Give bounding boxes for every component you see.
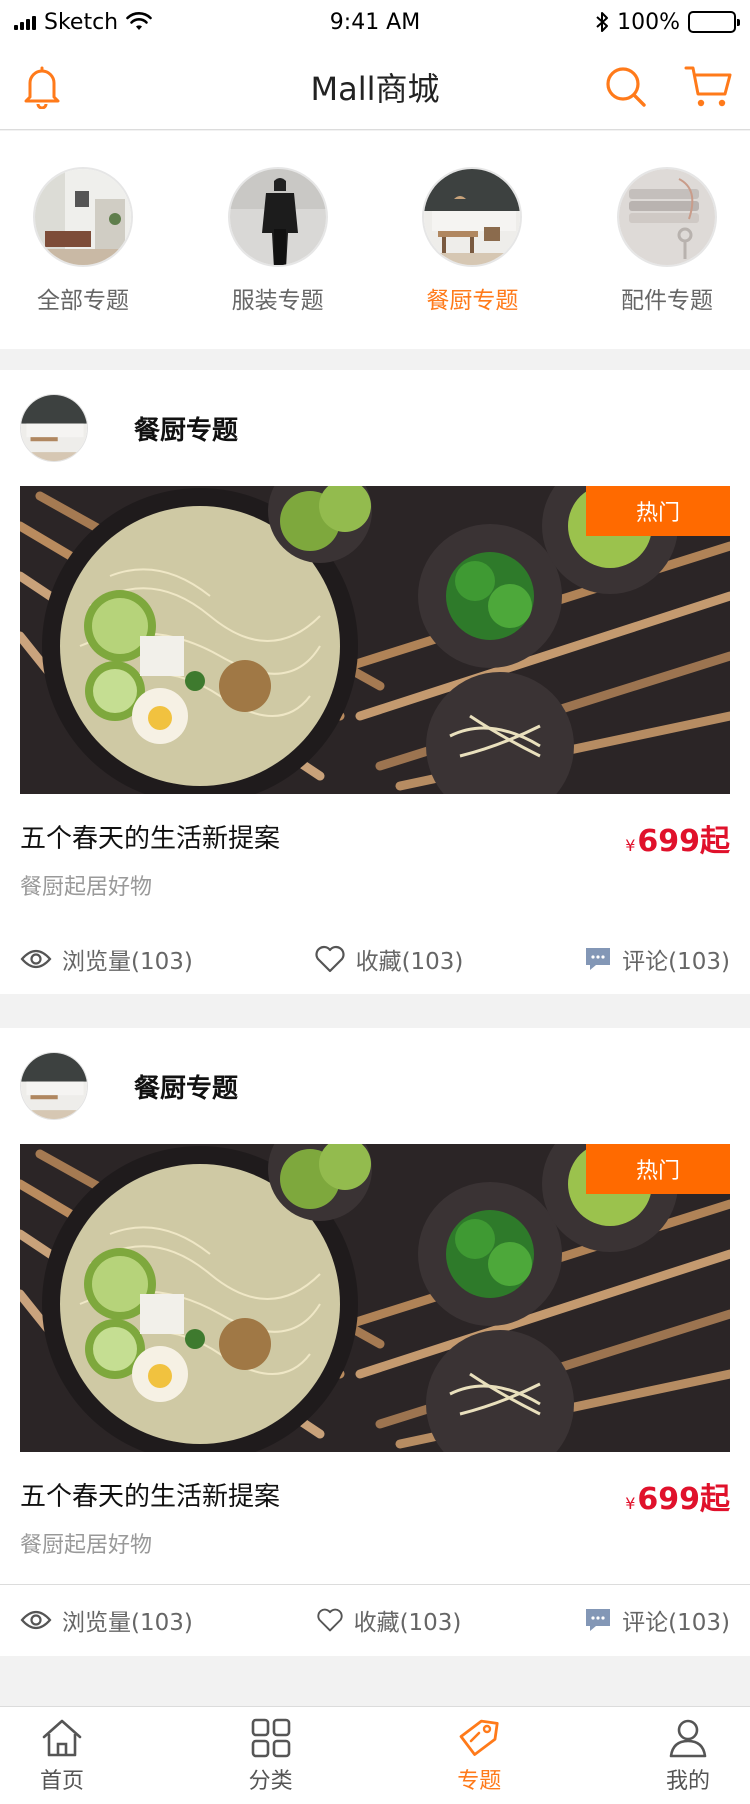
price-value: 699起 [637,1482,730,1517]
topic-categories: 全部专题 服装专题 餐厨专题 配件专题 [0,131,750,349]
card-subtitle: 餐厨起居好物 [20,875,153,900]
topic-accessories-label: 配件专题 [620,288,713,314]
bell-button[interactable] [18,63,66,111]
search-button[interactable] [602,63,650,111]
heart-icon [316,1608,343,1632]
favorite-button[interactable]: 收藏(103) [316,1603,462,1637]
currency-symbol: ¥ [625,1494,636,1513]
avatar[interactable] [20,394,88,462]
views-count: 浏览量(103) [62,949,193,975]
topic-all[interactable]: 全部专题 [18,131,148,349]
hot-badge: 热门 [586,486,730,536]
heart-icon [314,945,345,973]
card-title[interactable]: 五个春天的生活新提案 [20,818,730,855]
topic-card: 餐厨专题 热门 五个春天的生活新提案 餐厨起居好物 ¥699起 浏览量(103)… [0,1028,750,1656]
card-image[interactable]: 热门 [20,1144,730,1452]
bell-icon [24,66,60,109]
hot-badge: 热门 [586,1144,730,1194]
eye-icon [20,949,52,969]
card-price: ¥699起 [625,1474,730,1518]
card-stats: 浏览量(103) 收藏(103) 评论(103) [0,924,750,994]
battery-icon [688,11,740,33]
card-image[interactable]: 热门 [20,486,730,794]
comment-icon [586,948,611,970]
clock: 9:41 AM [329,9,421,35]
views-count: 浏览量(103) [62,1610,193,1636]
favorite-button[interactable]: 收藏(103) [314,942,464,976]
search-icon [606,66,646,107]
card-stats: 浏览量(103) 收藏(103) 评论(103) [0,1585,750,1655]
tab-category-label: 分类 [248,1769,293,1794]
card-category-title: 餐厨专题 [134,1073,239,1104]
comments-count: 评论(103) [622,1610,730,1636]
card-price: ¥699起 [625,816,730,860]
topic-all-image [33,167,133,267]
topic-card: 餐厨专题 热门 五个春天的生活新提案 餐厨起居好物 ¥699起 浏览量(103)… [0,370,750,994]
tab-home[interactable]: 首页 [22,1707,102,1804]
card-category-title: 餐厨专题 [134,415,239,446]
user-icon [669,1719,707,1758]
eye-icon [20,1610,52,1630]
tab-bar: 首页 分类 专题 我的 [0,1706,750,1804]
card-info: 五个春天的生活新提案 餐厨起居好物 ¥699起 [0,1452,750,1562]
tab-mine[interactable]: 我的 [648,1707,728,1804]
card-header: 餐厨专题 [0,370,750,486]
avatar[interactable] [20,1052,88,1120]
tab-mine-label: 我的 [665,1769,710,1794]
topic-clothing-label: 服装专题 [231,288,324,314]
cart-icon [684,66,732,106]
tab-topics[interactable]: 专题 [439,1707,519,1804]
tab-topics-label: 专题 [457,1769,502,1794]
price-value: 699起 [637,824,730,859]
currency-symbol: ¥ [625,836,636,855]
tag-icon [459,1719,499,1756]
topic-clothing[interactable]: 服装专题 [213,131,343,349]
topic-kitchen-image [422,167,523,267]
comment-button[interactable]: 评论(103) [584,942,730,976]
card-header: 餐厨专题 [0,1028,750,1144]
comments-count: 评论(103) [622,949,730,975]
views-stat: 浏览量(103) [20,942,193,976]
tab-home-label: 首页 [39,1769,84,1794]
topic-accessories-image [616,167,717,267]
status-bar: Sketch 9:41 AM 100% [0,0,750,44]
topic-kitchen-label: 餐厨专题 [426,288,519,314]
topic-all-label: 全部专题 [37,288,129,314]
cart-button[interactable] [684,63,732,111]
comment-icon [586,1609,611,1631]
favorites-count: 收藏(103) [355,949,464,975]
comment-button[interactable]: 评论(103) [584,1603,730,1637]
card-title[interactable]: 五个春天的生活新提案 [20,1476,730,1513]
topic-kitchen[interactable]: 餐厨专题 [407,131,537,349]
tab-category[interactable]: 分类 [231,1707,311,1804]
page: Sketch 9:41 AM 100% Mall商城 全部专题 服装专题 餐厨专… [0,0,750,1804]
nav-bar: Mall商城 [0,44,750,130]
topic-accessories[interactable]: 配件专题 [602,131,732,349]
views-stat: 浏览量(103) [20,1603,193,1637]
nav-actions [602,63,732,111]
topic-clothing-image [227,167,328,267]
favorites-count: 收藏(103) [353,1610,462,1636]
home-icon [42,1719,82,1757]
card-info: 五个春天的生活新提案 餐厨起居好物 ¥699起 [0,794,750,904]
card-subtitle: 餐厨起居好物 [20,1533,153,1558]
grid-icon [251,1718,290,1758]
